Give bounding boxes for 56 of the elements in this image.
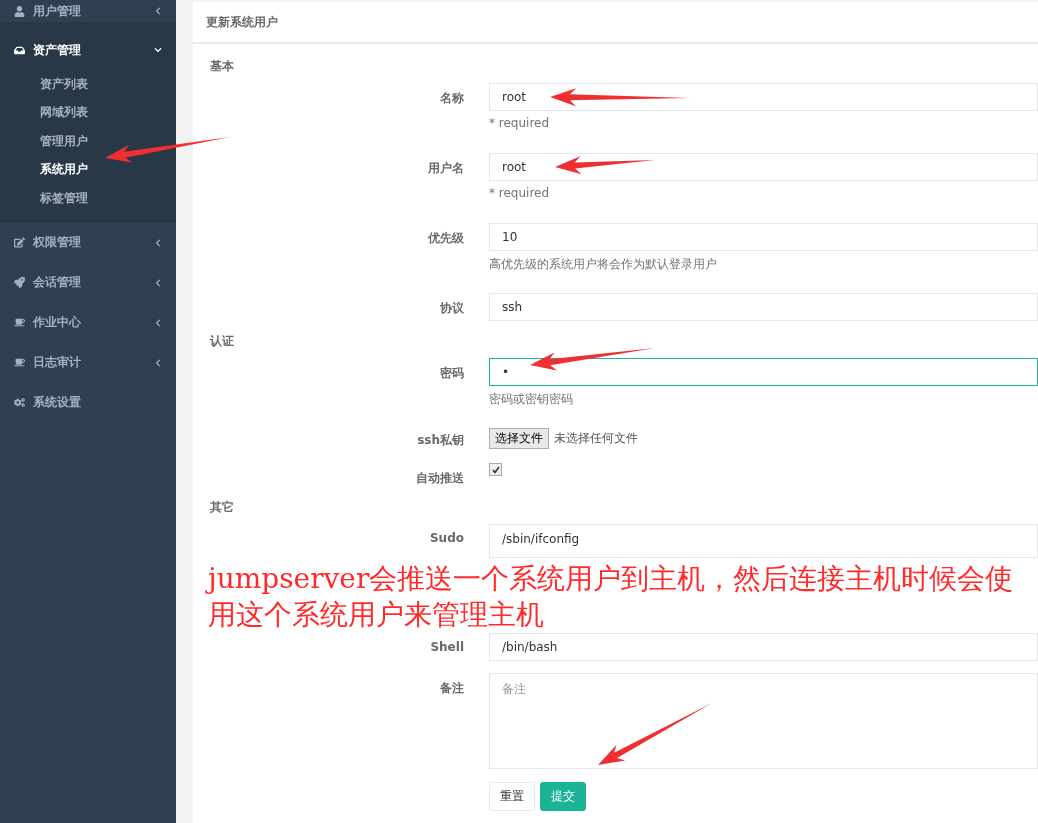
field-label: Sudo bbox=[429, 530, 464, 545]
field-label: 密码 bbox=[440, 365, 464, 382]
sidebar-subitem[interactable]: 系统用户 bbox=[0, 155, 176, 184]
text-field[interactable]: /bin/bash bbox=[489, 633, 1038, 661]
field-label: Shell bbox=[430, 639, 464, 654]
menu-icon bbox=[14, 317, 25, 328]
sidebar-subitem[interactable]: 资产列表 bbox=[0, 70, 176, 99]
sidebar-subitem[interactable]: 标签管理 bbox=[0, 184, 176, 213]
menu-icon bbox=[14, 5, 25, 17]
text-field[interactable]: ssh bbox=[489, 293, 1038, 321]
chevron-left-icon bbox=[154, 318, 162, 327]
field-label: 备注 bbox=[440, 680, 464, 697]
field-label: 名称 bbox=[440, 90, 464, 107]
chevron-left-icon bbox=[154, 238, 162, 247]
chevron-left-icon bbox=[154, 358, 162, 367]
field-label: 用户名 bbox=[428, 160, 464, 177]
field-label: 自动推送 bbox=[416, 470, 464, 487]
chevron-left-icon bbox=[154, 278, 162, 287]
chevron-down-icon bbox=[154, 46, 162, 54]
sidebar-item[interactable]: 会话管理 bbox=[0, 262, 176, 303]
text-field[interactable]: • bbox=[489, 358, 1038, 386]
menu-icon bbox=[14, 44, 25, 56]
text-area[interactable]: /sbin/ifconfig bbox=[489, 524, 1038, 558]
text-field[interactable]: root bbox=[489, 153, 1038, 181]
sidebar-item[interactable]: 权限管理 bbox=[0, 222, 176, 263]
section-title: 认证 bbox=[210, 333, 235, 350]
help-text: * required bbox=[489, 116, 551, 132]
reset-button[interactable]: 重置 bbox=[489, 782, 535, 811]
panel-title: 更新系统用户 bbox=[206, 13, 278, 31]
file-status: 未选择任何文件 bbox=[554, 430, 638, 447]
sidebar-subitem[interactable]: 管理用户 bbox=[0, 127, 176, 156]
text-field[interactable]: root bbox=[489, 83, 1038, 111]
section-title: 其它 bbox=[210, 499, 235, 516]
sidebar-item[interactable]: 系统设置 bbox=[0, 382, 176, 423]
menu-icon bbox=[14, 277, 25, 288]
check-icon bbox=[491, 465, 500, 474]
sidebar-item[interactable]: 用户管理 bbox=[0, 0, 176, 22]
menu-icon bbox=[14, 397, 25, 408]
text-area[interactable]: 备注 bbox=[489, 673, 1038, 769]
field-label: ssh私钥 bbox=[417, 432, 464, 449]
menu-icon bbox=[14, 237, 25, 248]
help-text: 高优先级的系统用户将会作为默认登录用户 bbox=[489, 256, 718, 273]
help-text: 密码或密钥密码 bbox=[489, 391, 574, 408]
field-label: 优先级 bbox=[428, 230, 464, 247]
sidebar-item[interactable]: 资产管理 bbox=[0, 30, 176, 70]
field-label: 协议 bbox=[440, 300, 464, 317]
chevron-left-icon bbox=[154, 7, 162, 15]
sidebar-subitem[interactable]: 网域列表 bbox=[0, 98, 176, 127]
choose-file-button[interactable]: 选择文件 bbox=[489, 428, 549, 449]
menu-icon bbox=[14, 357, 25, 368]
text-field[interactable]: 10 bbox=[489, 223, 1038, 251]
help-text: * required bbox=[489, 186, 551, 202]
sidebar-item[interactable]: 作业中心 bbox=[0, 302, 176, 343]
sidebar-item[interactable]: 日志审计 bbox=[0, 342, 176, 383]
section-title: 基本 bbox=[210, 58, 235, 75]
checkbox[interactable] bbox=[489, 463, 502, 476]
